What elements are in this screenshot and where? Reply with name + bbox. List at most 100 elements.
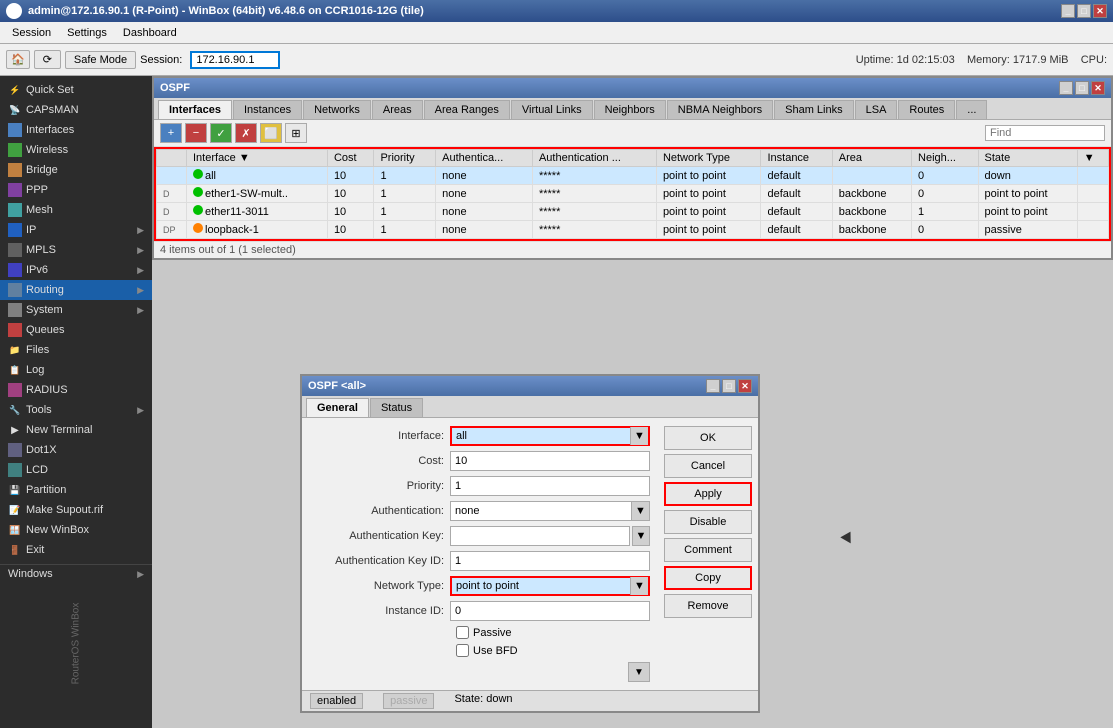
col-dropdown[interactable]: ▼: [1077, 150, 1108, 167]
sidebar-item-files[interactable]: 📁 Files: [0, 340, 152, 360]
tab-interfaces[interactable]: Interfaces: [158, 100, 232, 119]
add-button[interactable]: +: [160, 123, 182, 143]
table-row[interactable]: DP loopback-1 10 1 none ***** point to p…: [157, 221, 1109, 239]
sidebar-item-bridge[interactable]: Bridge: [0, 160, 152, 180]
remove-button-dlg[interactable]: Remove: [664, 594, 752, 618]
copy-button[interactable]: ⬜: [260, 123, 282, 143]
dialog-tab-general[interactable]: General: [306, 398, 369, 417]
menu-settings[interactable]: Settings: [59, 25, 115, 41]
dialog-maximize-button[interactable]: □: [722, 379, 736, 393]
interface-select[interactable]: all ▼: [450, 426, 650, 446]
disable-button[interactable]: ✗: [235, 123, 257, 143]
sidebar-item-make-supout[interactable]: 📝 Make Supout.rif: [0, 500, 152, 520]
auth-dropdown-arrow[interactable]: ▼: [631, 502, 649, 520]
passive-checkbox[interactable]: [456, 626, 469, 639]
network-type-dropdown-arrow[interactable]: ▼: [630, 577, 648, 595]
network-type-select[interactable]: point to point ▼: [450, 576, 650, 596]
ospf-maximize-button[interactable]: □: [1075, 81, 1089, 95]
sidebar-item-capsman[interactable]: 📡 CAPsMAN: [0, 100, 152, 120]
sidebar-item-queues[interactable]: Queues: [0, 320, 152, 340]
col-priority[interactable]: Priority: [374, 150, 436, 167]
tab-networks[interactable]: Networks: [303, 100, 371, 119]
tab-virtual-links[interactable]: Virtual Links: [511, 100, 593, 119]
sidebar-item-ipv6[interactable]: IPv6 ▶: [0, 260, 152, 280]
find-input[interactable]: [985, 125, 1105, 141]
ok-button[interactable]: OK: [664, 426, 752, 450]
tab-more[interactable]: ...: [956, 100, 987, 119]
sidebar-item-partition[interactable]: 💾 Partition: [0, 480, 152, 500]
refresh-button[interactable]: ⟳: [34, 50, 61, 69]
auth-key-dropdown-arrow[interactable]: ▼: [632, 526, 650, 546]
disable-button[interactable]: Disable: [664, 510, 752, 534]
maximize-button[interactable]: □: [1077, 4, 1091, 18]
col-neighbors[interactable]: Neigh...: [912, 150, 978, 167]
sidebar-item-new-winbox[interactable]: 🪟 New WinBox: [0, 520, 152, 540]
sidebar-item-ppp[interactable]: PPP: [0, 180, 152, 200]
auth-key-id-input[interactable]: [450, 551, 650, 571]
table-row[interactable]: D ether1-SW-mult.. 10 1 none ***** point…: [157, 185, 1109, 203]
priority-input[interactable]: [450, 476, 650, 496]
sidebar-item-mesh[interactable]: Mesh: [0, 200, 152, 220]
scroll-down-button[interactable]: ▼: [628, 662, 650, 682]
table-row[interactable]: D ether11-3011 10 1 none ***** point to …: [157, 203, 1109, 221]
comment-button[interactable]: Comment: [664, 538, 752, 562]
col-instance[interactable]: Instance: [761, 150, 832, 167]
filter-button[interactable]: ⊞: [285, 123, 307, 143]
sidebar-item-log[interactable]: 📋 Log: [0, 360, 152, 380]
dialog-tab-status[interactable]: Status: [370, 398, 423, 417]
enable-button[interactable]: ✓: [210, 123, 232, 143]
col-network-type[interactable]: Network Type: [656, 150, 761, 167]
cost-input[interactable]: [450, 451, 650, 471]
use-bfd-checkbox[interactable]: [456, 644, 469, 657]
dialog-close-button[interactable]: ✕: [738, 379, 752, 393]
tab-area-ranges[interactable]: Area Ranges: [424, 100, 510, 119]
tab-lsa[interactable]: LSA: [855, 100, 898, 119]
sidebar-item-mpls[interactable]: MPLS ▶: [0, 240, 152, 260]
col-state[interactable]: State: [978, 150, 1077, 167]
sidebar-item-new-terminal[interactable]: ▶ New Terminal: [0, 420, 152, 440]
home-button[interactable]: 🏠: [6, 50, 30, 69]
remove-button[interactable]: −: [185, 123, 207, 143]
tab-sham-links[interactable]: Sham Links: [774, 100, 853, 119]
passive-label[interactable]: Passive: [473, 627, 512, 639]
sidebar-item-interfaces[interactable]: Interfaces: [0, 120, 152, 140]
sidebar-item-quick-set[interactable]: ⚡ Quick Set: [0, 80, 152, 100]
use-bfd-label[interactable]: Use BFD: [473, 645, 518, 657]
ospf-close-button[interactable]: ✕: [1091, 81, 1105, 95]
col-auth[interactable]: Authentica...: [436, 150, 533, 167]
sidebar-item-routing[interactable]: Routing ▶: [0, 280, 152, 300]
auth-key-input[interactable]: [450, 526, 630, 546]
minimize-button[interactable]: _: [1061, 4, 1075, 18]
menu-session[interactable]: Session: [4, 25, 59, 41]
sidebar-item-exit[interactable]: 🚪 Exit: [0, 540, 152, 560]
close-button[interactable]: ✕: [1093, 4, 1107, 18]
sidebar-item-system[interactable]: System ▶: [0, 300, 152, 320]
sidebar-item-lcd[interactable]: LCD: [0, 460, 152, 480]
tab-instances[interactable]: Instances: [233, 100, 302, 119]
copy-button-dlg[interactable]: Copy: [664, 566, 752, 590]
tab-nbma-neighbors[interactable]: NBMA Neighbors: [667, 100, 773, 119]
tab-areas[interactable]: Areas: [372, 100, 423, 119]
menu-dashboard[interactable]: Dashboard: [115, 25, 185, 41]
sidebar-item-ip[interactable]: IP ▶: [0, 220, 152, 240]
dialog-minimize-button[interactable]: _: [706, 379, 720, 393]
tab-neighbors[interactable]: Neighbors: [594, 100, 666, 119]
cancel-button[interactable]: Cancel: [664, 454, 752, 478]
interface-dropdown-arrow[interactable]: ▼: [630, 427, 648, 445]
tab-routes[interactable]: Routes: [898, 100, 955, 119]
table-row[interactable]: all 10 1 none ***** point to point defau…: [157, 167, 1109, 185]
sidebar-item-wireless[interactable]: Wireless: [0, 140, 152, 160]
col-auth-key[interactable]: Authentication ...: [532, 150, 656, 167]
ospf-minimize-button[interactable]: _: [1059, 81, 1073, 95]
sidebar-item-dot1x[interactable]: Dot1X: [0, 440, 152, 460]
auth-select[interactable]: none ▼: [450, 501, 650, 521]
session-input[interactable]: [190, 51, 280, 69]
instance-id-input[interactable]: [450, 601, 650, 621]
sidebar-item-tools[interactable]: 🔧 Tools ▶: [0, 400, 152, 420]
sidebar-item-radius[interactable]: RADIUS: [0, 380, 152, 400]
col-area[interactable]: Area: [832, 150, 911, 167]
apply-button[interactable]: Apply: [664, 482, 752, 506]
col-cost[interactable]: Cost: [327, 150, 374, 167]
safe-mode-button[interactable]: Safe Mode: [65, 51, 136, 69]
sidebar-item-windows[interactable]: Windows ▶: [0, 565, 152, 583]
